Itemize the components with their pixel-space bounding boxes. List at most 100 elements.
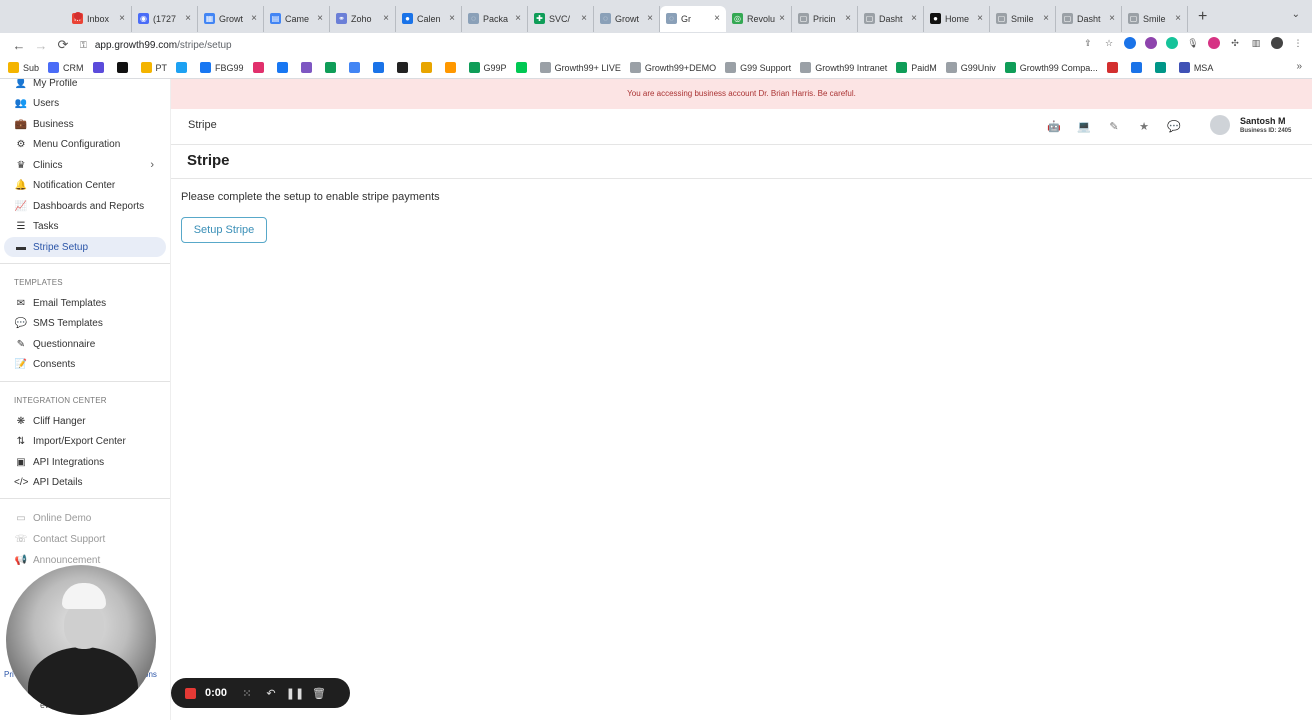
browser-tab[interactable]: ▢ Pricin × [792, 5, 858, 32]
close-tab-icon[interactable]: × [251, 13, 257, 24]
bookmark-item[interactable]: Growth99 Compa... [1004, 62, 1098, 73]
bookmark-item[interactable]: Growth99+DEMO [629, 62, 716, 73]
close-tab-icon[interactable]: × [185, 13, 191, 24]
edit-icon[interactable]: ✎ [1106, 120, 1122, 133]
browser-tab[interactable]: ◎ Revolu × [726, 5, 792, 32]
laptop-icon[interactable]: 💻 [1076, 120, 1092, 133]
bot-icon[interactable]: 🤖 [1046, 120, 1062, 133]
sidebar-item-sms-templates[interactable]: 💬 SMS Templates [4, 314, 166, 334]
close-tab-icon[interactable]: × [977, 13, 983, 24]
reload-icon[interactable]: ⟳ [52, 37, 74, 53]
bookmark-item[interactable]: FBG99 [200, 62, 244, 73]
browser-tab[interactable]: ▤ Came × [264, 5, 330, 32]
sidebar-item-contact-support[interactable]: ☏ Contact Support [4, 529, 166, 549]
sidebar-item-email-templates[interactable]: ✉ Email Templates [4, 293, 166, 313]
close-tab-icon[interactable]: × [581, 13, 587, 24]
sidebar-item-users[interactable]: 👥 Users [4, 94, 166, 114]
sidebar-item-notification-center[interactable]: 🔔 Notification Center [4, 176, 166, 196]
browser-tab[interactable]: ▢ Dasht × [1056, 5, 1122, 32]
sidebar-item-my-profile[interactable]: 👤 My Profile [4, 79, 166, 93]
sidebar-item-cliff-hanger[interactable]: ❋ Cliff Hanger [4, 411, 166, 431]
webcam-bubble[interactable] [6, 565, 156, 715]
bookmark-item[interactable] [116, 62, 132, 73]
close-tab-icon[interactable]: × [449, 13, 455, 24]
user-menu[interactable]: Santosh M Business ID: 2405 [1210, 115, 1291, 135]
bookmark-item[interactable] [444, 62, 460, 73]
bookmark-item[interactable] [372, 62, 388, 73]
sidebar-item-clinics[interactable]: ♛ Clinics › [4, 155, 166, 175]
browser-tab[interactable]: ◌ Growt × [594, 5, 660, 32]
close-tab-icon[interactable]: × [119, 13, 125, 24]
browser-tab[interactable]: ▢ Smile × [1122, 5, 1188, 32]
bookmark-item[interactable] [348, 62, 364, 73]
sidebar-item-consents[interactable]: 📝 Consents [4, 355, 166, 375]
close-tab-icon[interactable]: × [714, 13, 720, 24]
bookmark-item[interactable] [324, 62, 340, 73]
bookmark-item[interactable] [92, 62, 108, 73]
sidebar-item-api-integrations[interactable]: ▣ API Integrations [4, 452, 166, 472]
chat-icon[interactable]: 💬 [1166, 120, 1182, 133]
browser-tab[interactable]: ● Calen × [396, 5, 462, 32]
bookmark-item[interactable]: Growth99+ LIVE [539, 62, 621, 73]
browser-tab[interactable]: ▢ Smile × [990, 5, 1056, 32]
browser-tab[interactable]: ◌ Packa × [462, 5, 528, 32]
sidebar-item-business[interactable]: 💼 Business [4, 114, 166, 134]
close-tab-icon[interactable]: × [1109, 13, 1115, 24]
browser-tab[interactable]: ● Home × [924, 5, 990, 32]
browser-tab[interactable]: ▢ Dasht × [858, 5, 924, 32]
bookmark-item[interactable] [176, 62, 191, 73]
close-tab-icon[interactable]: × [317, 13, 323, 24]
favorite-star-icon[interactable]: ★ [1136, 120, 1152, 133]
sidebar-item-online-demo[interactable]: ▭ Online Demo [4, 508, 166, 528]
extension-blue-icon[interactable] [1124, 37, 1136, 49]
bookmark-item[interactable] [252, 62, 268, 73]
bookmark-item[interactable]: MSA [1178, 62, 1213, 73]
microphone-icon[interactable]: 🎙 [1187, 37, 1199, 49]
bookmark-item[interactable]: Growth99 Intranet [800, 62, 887, 73]
browser-tab[interactable]: ▦ Growt × [198, 5, 264, 32]
bookmark-item[interactable] [1154, 62, 1170, 73]
delete-icon[interactable]: 🗑 [307, 687, 331, 700]
bookmark-item[interactable]: PT [140, 62, 167, 73]
side-panel-icon[interactable]: ▥ [1250, 37, 1262, 49]
sidebar-item-dashboards-and-reports[interactable]: 📈 Dashboards and Reports [4, 196, 166, 216]
sidebar-item-tasks[interactable]: ☰ Tasks [4, 217, 166, 237]
pause-icon[interactable]: ❚❚ [283, 687, 307, 700]
browser-tab[interactable]: ✚ SVC/ × [528, 5, 594, 32]
bookmark-item[interactable] [276, 62, 292, 73]
extension-pink-icon[interactable] [1208, 37, 1220, 49]
tab-search-icon[interactable]: ⌄ [1292, 9, 1300, 20]
chevron-right-icon[interactable]: › [150, 159, 154, 171]
browser-tab[interactable]: ◉ (1727 × [132, 5, 198, 32]
undo-icon[interactable]: ↶ [259, 687, 283, 700]
bookmark-item[interactable] [420, 62, 436, 73]
back-icon[interactable]: ← [8, 38, 30, 53]
close-tab-icon[interactable]: × [383, 13, 389, 24]
close-tab-icon[interactable]: × [515, 13, 521, 24]
close-tab-icon[interactable]: × [779, 13, 785, 24]
bookmark-item[interactable] [515, 62, 531, 73]
share-icon[interactable]: ⇪ [1082, 37, 1094, 49]
url-field[interactable]: ⚿ app.growth99.com/stripe/setup [80, 40, 232, 51]
bookmark-item[interactable]: PaidM [896, 62, 937, 73]
new-tab-icon[interactable]: + [1198, 8, 1207, 26]
close-tab-icon[interactable]: × [911, 13, 917, 24]
close-tab-icon[interactable]: × [647, 13, 653, 24]
extensions-puzzle-icon[interactable]: ✣ [1229, 37, 1241, 49]
sidebar-item-stripe-setup[interactable]: ▬ Stripe Setup [4, 237, 166, 257]
extension-purple-icon[interactable] [1145, 37, 1157, 49]
sidebar-item-menu-configuration[interactable]: ⚙ Menu Configuration [4, 135, 166, 155]
sidebar-item-import-export-center[interactable]: ⇅ Import/Export Center [4, 432, 166, 452]
bookmark-item[interactable] [300, 62, 316, 73]
sidebar-item-api-details[interactable]: </> API Details [4, 473, 166, 493]
bookmark-item[interactable]: G99Univ [945, 62, 996, 73]
browser-tab[interactable]: ⚭ Zoho × [330, 5, 396, 32]
setup-stripe-button[interactable]: Setup Stripe [181, 217, 267, 243]
site-info-icon[interactable]: ⚿ [80, 40, 87, 51]
bookmark-item[interactable]: G99 Support [725, 62, 791, 73]
bookmark-star-icon[interactable]: ☆ [1103, 37, 1115, 49]
bookmarks-more-icon[interactable]: » [1296, 61, 1302, 72]
bookmark-item[interactable]: CRM [48, 62, 84, 73]
forward-icon[interactable]: → [30, 38, 52, 53]
close-tab-icon[interactable]: × [1175, 13, 1181, 24]
